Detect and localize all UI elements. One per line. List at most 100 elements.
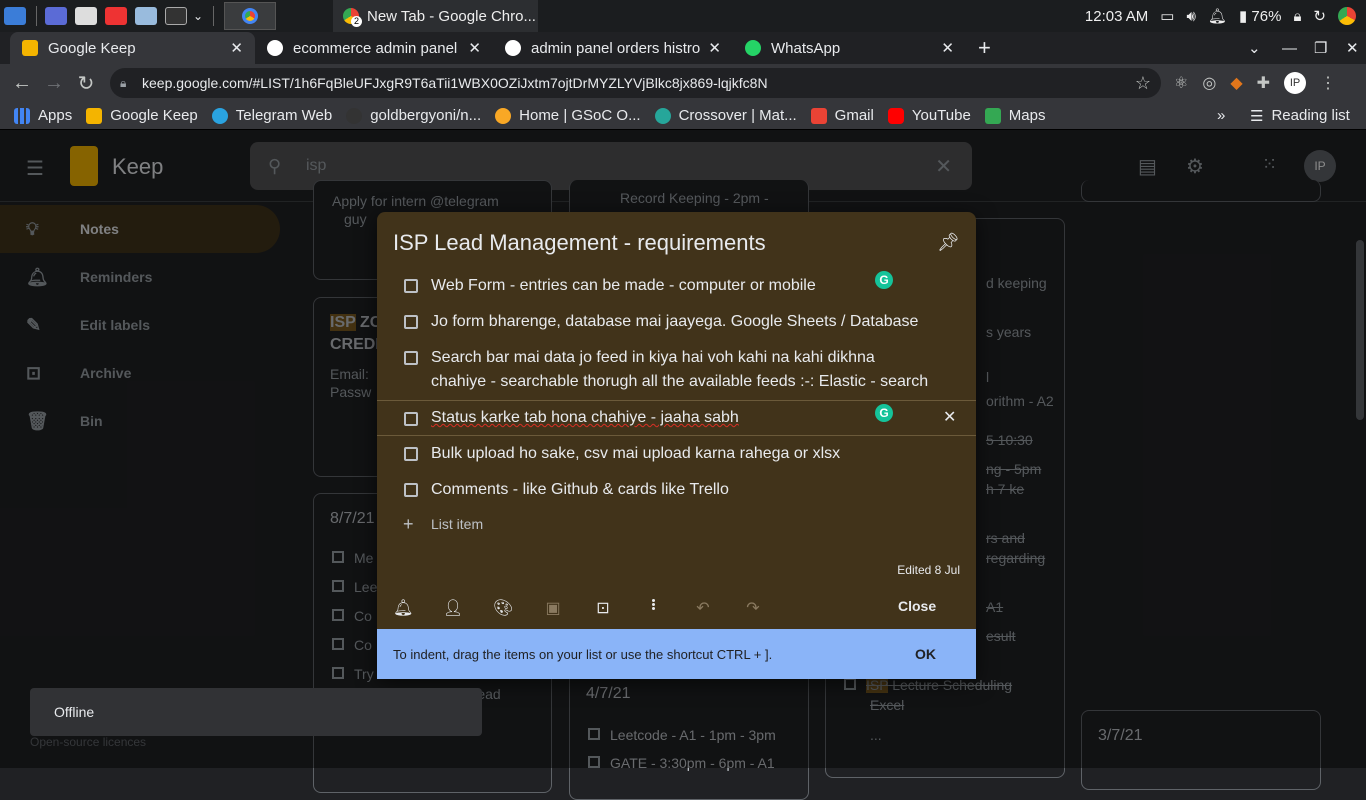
back-icon[interactable]: ← xyxy=(6,72,38,95)
address-bar[interactable]: 🔒︎ keep.google.com/#LIST/1h6FqBleUFJxgR9… xyxy=(110,68,1161,98)
checkbox[interactable] xyxy=(404,412,418,426)
list-item-text[interactable]: Status karke tab hona chahiye - jaaha sa… xyxy=(431,406,941,430)
battery-indicator[interactable]: ▮ 76% xyxy=(1239,7,1281,25)
notification-bell-icon[interactable]: 🔔︎ xyxy=(1208,7,1227,25)
bookmark-youtube[interactable]: YouTube xyxy=(887,107,971,124)
bookmark-label: Home | GSoC O... xyxy=(519,107,641,124)
redo-icon[interactable]: ↷ xyxy=(743,598,763,618)
tab-google-keep[interactable]: Google Keep ✕ xyxy=(10,32,255,64)
close-tab-icon[interactable]: ✕ xyxy=(230,39,243,57)
battery-percent: 76% xyxy=(1251,8,1282,25)
ok-button[interactable]: OK xyxy=(915,646,936,662)
tab-search-icon[interactable]: ⌄ xyxy=(1236,32,1273,64)
close-tab-icon[interactable]: ✕ xyxy=(708,39,721,57)
bookmark-telegram[interactable]: Telegram Web xyxy=(211,107,332,124)
note-title[interactable]: ISP Lead Management - requirements xyxy=(393,230,766,256)
metamask-icon[interactable]: ◆ xyxy=(1230,73,1242,93)
network-icon[interactable] xyxy=(135,7,157,25)
checkbox[interactable] xyxy=(404,351,418,365)
reading-list-button[interactable]: ☰ Reading list xyxy=(1250,107,1350,125)
list-item[interactable]: Jo form bharenge, database mai jaayega. … xyxy=(377,310,976,334)
bookmark-github[interactable]: goldbergyoni/n... xyxy=(346,107,481,124)
tab-label: ecommerce admin panel n xyxy=(293,39,461,57)
reading-list-label: Reading list xyxy=(1271,107,1350,124)
close-window-icon[interactable]: ✕ xyxy=(1334,32,1366,64)
add-list-item[interactable]: + List item xyxy=(377,512,976,536)
undo-icon[interactable]: ↶ xyxy=(693,598,713,618)
list-item[interactable]: Web Form - entries can be made - compute… xyxy=(377,271,976,298)
google-favicon-icon xyxy=(267,40,283,56)
screen-icon[interactable]: ▭ xyxy=(1160,7,1174,25)
volume-icon[interactable]: 🔊︎ xyxy=(1186,8,1195,25)
bookmark-gsoc[interactable]: Home | GSoC O... xyxy=(495,107,641,124)
desktop-icon[interactable] xyxy=(45,7,67,25)
terminal-icon[interactable] xyxy=(165,7,187,25)
tab-admin-panel[interactable]: admin panel orders histro ✕ xyxy=(493,32,733,64)
extension-circle-icon[interactable]: ◎ xyxy=(1202,73,1216,93)
close-tab-icon[interactable]: ✕ xyxy=(941,39,954,57)
bookmark-apps[interactable]: Apps xyxy=(14,107,72,124)
reload-icon[interactable]: ↻ xyxy=(70,71,102,96)
browser-menu-icon[interactable]: ⋮ xyxy=(1320,73,1336,93)
palette-icon[interactable]: 🎨︎ xyxy=(493,598,513,618)
close-tab-icon[interactable]: ✕ xyxy=(468,39,481,57)
keep-favicon-icon xyxy=(22,40,38,56)
more-bookmarks-button[interactable]: » xyxy=(1217,107,1225,124)
grammarly-icon[interactable]: G xyxy=(875,271,893,289)
os-taskbar: ⌄ 2 New Tab - Google Chro... 12:03 AM ▭ … xyxy=(0,0,1366,32)
list-item-text[interactable]: Search bar mai data jo feed in kiya hai … xyxy=(431,346,931,394)
keep-icon xyxy=(86,107,103,124)
list-item[interactable]: Bulk upload ho sake, csv mai upload karn… xyxy=(377,442,976,466)
active-window-title[interactable]: 2 New Tab - Google Chro... xyxy=(333,0,538,32)
taskbar-separator xyxy=(36,6,37,26)
list-item-text[interactable]: Web Form - entries can be made - compute… xyxy=(431,274,941,298)
more-options-icon[interactable] xyxy=(643,598,663,618)
tab-whatsapp[interactable]: WhatsApp ✕ xyxy=(733,32,966,64)
new-tab-button[interactable]: + xyxy=(966,32,1003,64)
gmail-icon xyxy=(810,107,827,124)
grammarly-icon[interactable]: G xyxy=(875,404,893,422)
remind-me-icon[interactable]: 🔔︎ xyxy=(393,598,413,618)
list-item-text[interactable]: Comments - like Github & cards like Trel… xyxy=(431,478,941,502)
list-item[interactable]: Search bar mai data jo feed in kiya hai … xyxy=(377,346,976,394)
delete-item-icon[interactable]: ✕ xyxy=(943,406,956,430)
list-item-text[interactable]: Jo form bharenge, database mai jaayega. … xyxy=(431,310,941,334)
react-devtools-icon[interactable]: ⚛ xyxy=(1174,73,1188,93)
add-image-icon[interactable]: ▣ xyxy=(543,598,563,618)
profile-avatar[interactable]: IP xyxy=(1284,72,1307,94)
extensions-puzzle-icon[interactable]: ✚ xyxy=(1257,73,1270,93)
text-editor-icon[interactable] xyxy=(105,7,127,25)
taskbar-chrome-button[interactable] xyxy=(224,2,277,30)
bookmark-label: Apps xyxy=(38,107,73,124)
list-item[interactable]: Comments - like Github & cards like Trel… xyxy=(377,478,976,502)
start-menu-icon[interactable] xyxy=(4,7,26,25)
crossover-icon xyxy=(654,107,671,124)
chevron-down-icon[interactable]: ⌄ xyxy=(193,9,203,23)
checkbox[interactable] xyxy=(404,483,418,497)
maps-icon xyxy=(984,107,1001,124)
archive-icon[interactable]: ⊡ xyxy=(593,598,613,618)
refresh-icon[interactable]: ↻ xyxy=(1313,7,1326,25)
list-item-text[interactable]: Bulk upload ho sake, csv mai upload karn… xyxy=(431,442,941,466)
bookmark-maps[interactable]: Maps xyxy=(984,107,1045,124)
checkbox[interactable] xyxy=(404,279,418,293)
chrome-icon: 2 xyxy=(343,8,362,27)
pin-icon[interactable]: 📌︎ xyxy=(937,232,960,253)
file-manager-icon[interactable] xyxy=(75,7,97,25)
checkbox[interactable] xyxy=(404,447,418,461)
forward-icon[interactable]: → xyxy=(38,72,70,95)
close-button[interactable]: Close xyxy=(898,598,936,614)
list-item-focused[interactable]: Status karke tab hona chahiye - jaaha sa… xyxy=(377,400,976,436)
chrome-tray-icon[interactable] xyxy=(1338,7,1356,25)
lock-icon[interactable]: 🔒︎ xyxy=(1293,8,1301,25)
bookmark-star-icon[interactable]: ☆ xyxy=(1135,73,1151,94)
bookmark-gmail[interactable]: Gmail xyxy=(810,107,874,124)
clock[interactable]: 12:03 AM xyxy=(1085,8,1148,25)
indent-tip-snackbar: To indent, drag the items on your list o… xyxy=(377,629,976,679)
youtube-icon xyxy=(887,107,904,124)
checkbox[interactable] xyxy=(404,315,418,329)
bookmark-google-keep[interactable]: Google Keep xyxy=(86,107,198,124)
bookmark-crossover[interactable]: Crossover | Mat... xyxy=(654,107,797,124)
collaborator-icon[interactable]: 👤︎ xyxy=(443,598,463,618)
tab-ecommerce[interactable]: ecommerce admin panel n ✕ xyxy=(255,32,493,64)
